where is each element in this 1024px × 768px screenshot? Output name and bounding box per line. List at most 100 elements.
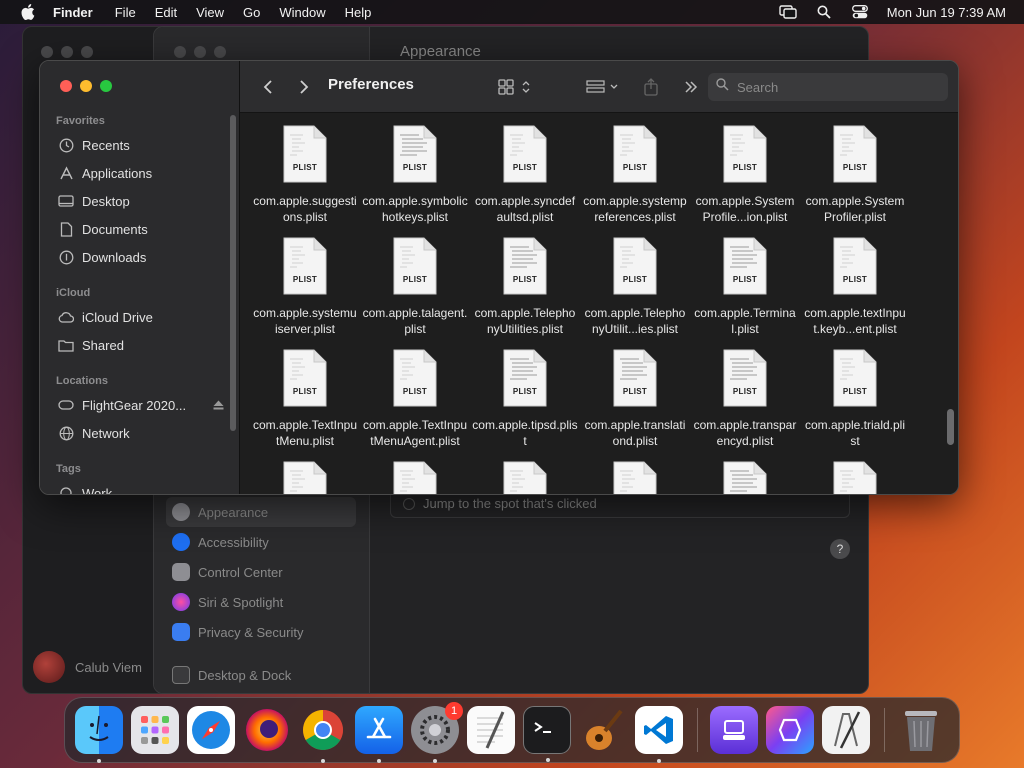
menu-help[interactable]: Help — [345, 5, 372, 20]
sidebar-item-applications[interactable]: Applications — [58, 162, 228, 184]
settings-item-desktop-dock[interactable]: Desktop & Dock — [166, 660, 356, 690]
menu-finder[interactable]: Finder — [53, 5, 93, 20]
file-item[interactable]: PLIST com.apple.talagent.plist — [360, 237, 470, 349]
dock-app-store[interactable] — [355, 706, 403, 763]
search-field[interactable] — [708, 73, 948, 101]
file-name: com.apple.TelephonyUtilities.plist — [474, 306, 576, 336]
dock-vscode[interactable] — [635, 706, 683, 763]
settings-item-control-center[interactable]: Control Center — [166, 557, 356, 587]
finder-toolbar: Preferences — [240, 61, 958, 113]
help-button[interactable]: ? — [830, 539, 850, 559]
file-item[interactable]: PLIST com.apple.symbolichotkeys.plist — [360, 125, 470, 237]
file-item[interactable]: PLIST com.apple.translationd.plist — [580, 349, 690, 461]
file-item[interactable]: PLIST com.apple.TelephonyUtilities.plist — [470, 237, 580, 349]
spotlight-search-icon[interactable] — [815, 5, 833, 19]
dock-trash[interactable] — [897, 706, 945, 754]
file-item[interactable]: PLIST com.apple.TextInputMenuAgent.plist — [360, 349, 470, 461]
file-item[interactable] — [800, 461, 910, 494]
file-area[interactable]: PLIST com.apple.suggestions.plist PLIST com… — [240, 113, 958, 494]
dock-launchpad[interactable] — [131, 706, 179, 754]
file-item[interactable]: PLIST com.apple.Terminal.plist — [690, 237, 800, 349]
sidebar-item-flightgear[interactable]: FlightGear 2020... — [58, 394, 228, 416]
dock-shortcuts[interactable] — [766, 706, 814, 754]
file-item[interactable] — [690, 461, 800, 494]
file-item[interactable]: PLIST com.apple.SystemProfiler.plist — [800, 125, 910, 237]
file-item[interactable]: PLIST com.apple.TelephonyUtilit...ies.pli… — [580, 237, 690, 349]
screen-mirroring-icon[interactable] — [779, 5, 797, 19]
file-type-badge: PLIST — [402, 275, 428, 284]
dock-chrome[interactable] — [299, 706, 347, 763]
file-item[interactable] — [470, 461, 580, 494]
sidebar-item-icloud-drive[interactable]: iCloud Drive — [58, 306, 228, 328]
sidebar-item-network[interactable]: Network — [58, 422, 228, 444]
file-item[interactable] — [360, 461, 470, 494]
menu-view[interactable]: View — [196, 5, 224, 20]
user-name: Calub Viem — [75, 659, 142, 675]
close-button[interactable] — [60, 80, 72, 92]
forward-arrow-icon[interactable] — [296, 75, 312, 99]
more-chevrons-icon[interactable] — [682, 75, 700, 99]
dock-script-editor[interactable] — [822, 706, 870, 754]
dock-garageband[interactable] — [579, 706, 627, 754]
file-item[interactable]: PLIST com.apple.systemuiserver.plist — [250, 237, 360, 349]
eject-icon[interactable] — [213, 398, 224, 413]
vscode-icon — [644, 716, 673, 744]
file-item[interactable]: PLIST com.apple.systempreferences.plist — [580, 125, 690, 237]
content-scrollbar[interactable] — [947, 409, 954, 445]
menubar-clock[interactable]: Mon Jun 19 7:39 AM — [887, 5, 1006, 20]
running-indicator — [546, 758, 550, 762]
view-grid-icon[interactable] — [496, 75, 536, 99]
window-controls-inactive — [174, 46, 226, 58]
file-name: com.apple.SystemProfiler.plist — [805, 194, 905, 224]
sidebar-item-desktop[interactable]: Desktop — [58, 190, 228, 212]
settings-item-accessibility[interactable]: Accessibility — [166, 527, 356, 557]
sidebar-item-shared[interactable]: Shared — [58, 334, 228, 356]
running-indicator — [97, 759, 101, 763]
file-name: com.apple.TelephonyUtilit...ies.plist — [584, 306, 686, 336]
settings-item-appearance[interactable]: Appearance — [166, 497, 356, 527]
sidebar-item-documents[interactable]: Documents — [58, 218, 228, 240]
radio-button[interactable] — [403, 497, 415, 510]
sidebar-item-recents[interactable]: Recents — [58, 134, 228, 156]
file-item[interactable]: PLIST com.apple.textInput.keyb...ent.plis… — [800, 237, 910, 349]
sidebar-item-downloads[interactable]: Downloads — [58, 246, 228, 268]
file-item[interactable]: PLIST com.apple.SystemProfile...ion.plist — [690, 125, 800, 237]
avatar — [33, 651, 65, 683]
file-item[interactable]: PLIST com.apple.suggestions.plist — [250, 125, 360, 237]
menu-file[interactable]: File — [115, 5, 136, 20]
dock-safari[interactable] — [187, 706, 235, 754]
dock-textedit[interactable] — [467, 706, 515, 754]
settings-item-siri[interactable]: Siri & Spotlight — [166, 587, 356, 617]
minimize-button[interactable] — [80, 80, 92, 92]
finder-face-icon — [89, 715, 109, 741]
file-name: com.apple.syncdefaultsd.plist — [474, 194, 576, 224]
file-type-badge: PLIST — [292, 387, 318, 396]
group-by-icon[interactable] — [584, 75, 624, 99]
dock-finder[interactable] — [75, 706, 123, 763]
file-item[interactable]: PLIST com.apple.tipsd.plist — [470, 349, 580, 461]
settings-item-privacy[interactable]: Privacy & Security — [166, 617, 356, 647]
menu-window[interactable]: Window — [279, 5, 325, 20]
dock-terminal[interactable] — [523, 706, 571, 762]
file-item[interactable]: PLIST com.apple.triald.plist — [800, 349, 910, 461]
user-account[interactable]: Calub Viem — [33, 651, 142, 683]
back-arrow-icon[interactable] — [260, 75, 276, 99]
search-input[interactable] — [737, 79, 927, 95]
file-item[interactable]: PLIST com.apple.syncdefaultsd.plist — [470, 125, 580, 237]
zoom-button[interactable] — [100, 80, 112, 92]
file-name: com.apple.transparencyd.plist — [693, 418, 797, 448]
dock-firefox[interactable] — [243, 706, 291, 754]
menu-edit[interactable]: Edit — [155, 5, 177, 20]
file-item[interactable]: PLIST com.apple.TextInputMenu.plist — [250, 349, 360, 461]
file-item[interactable] — [580, 461, 690, 494]
share-icon[interactable] — [642, 75, 660, 99]
apple-icon[interactable] — [17, 4, 39, 20]
menu-go[interactable]: Go — [243, 5, 260, 20]
control-center-icon[interactable] — [851, 5, 869, 19]
sidebar-item-tag-work[interactable]: Work — [58, 482, 228, 494]
file-item[interactable]: PLIST com.apple.transparencyd.plist — [690, 349, 800, 461]
sidebar-scrollbar[interactable] — [230, 115, 236, 431]
dock-recent-app[interactable] — [710, 706, 758, 754]
file-item[interactable] — [250, 461, 360, 494]
dock-system-settings[interactable]: 1 — [411, 702, 463, 763]
